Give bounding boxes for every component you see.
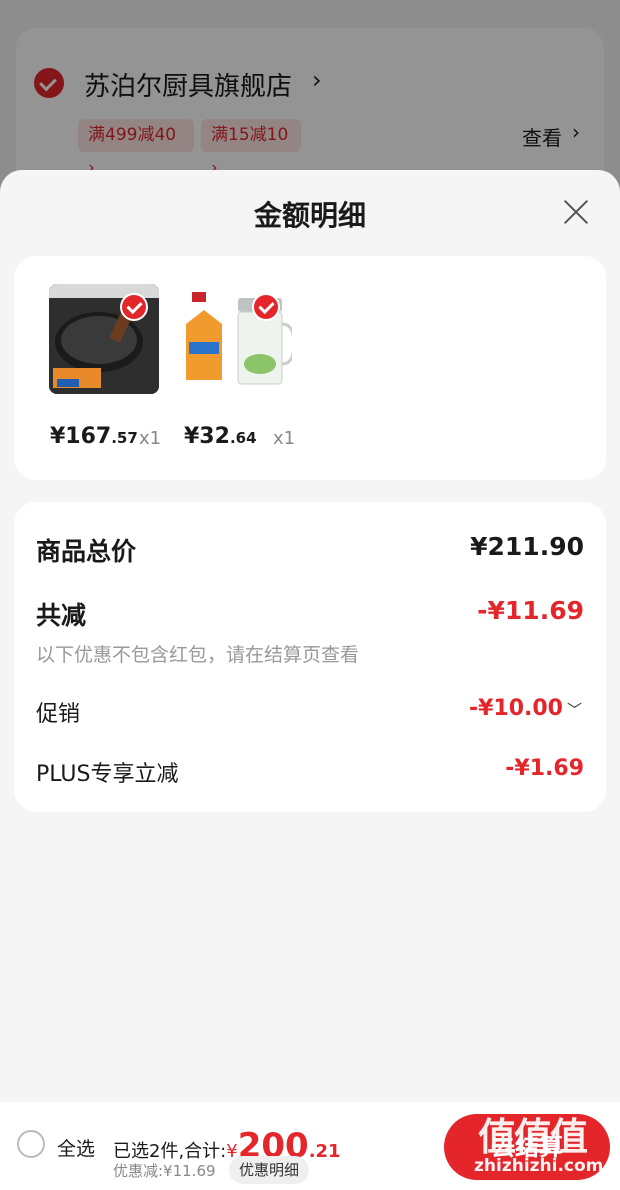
price-decimal: .64 bbox=[229, 429, 257, 447]
selected-count-text: 已选2件,合计: bbox=[113, 1141, 227, 1162]
chevron-down-icon[interactable]: ﹀ bbox=[567, 701, 582, 719]
total-price-value: ¥211.90 bbox=[470, 532, 584, 561]
product-checked-icon[interactable] bbox=[120, 293, 148, 321]
select-all-radio[interactable] bbox=[17, 1130, 45, 1158]
price-integer: ¥32 bbox=[184, 424, 230, 449]
discount-note: 以下优惠不包含红包，请在结算页查看 bbox=[36, 644, 360, 666]
discount-summary: 优惠减:¥11.69 bbox=[113, 1162, 216, 1180]
select-all-label[interactable]: 全选 bbox=[57, 1134, 95, 1161]
total-price-label: 商品总价 bbox=[36, 537, 137, 566]
product-qty-2: x1 bbox=[273, 428, 296, 449]
plus-discount-label: PLUS专享立减 bbox=[36, 762, 179, 787]
price-integer: ¥167 bbox=[50, 424, 112, 449]
amount-detail-sheet: 金额明细 ¥167.57 x1 ¥32.64 x1 商品总价 ¥211.90 共… bbox=[0, 170, 620, 1190]
promotion-value-row[interactable]: -¥10.00 ﹀ bbox=[469, 696, 582, 721]
product-price-1: ¥167.57 bbox=[50, 424, 138, 449]
product-list-card: ¥167.57 x1 ¥32.64 x1 bbox=[14, 256, 606, 480]
product-qty-1: x1 bbox=[139, 428, 162, 449]
plus-discount-value: -¥1.69 bbox=[505, 756, 584, 781]
product-price-2: ¥32.64 bbox=[184, 424, 257, 449]
watermark-logo: 值值值 bbox=[478, 1115, 588, 1159]
site-watermark: 值值值 zhizhizhi.com bbox=[474, 1106, 614, 1186]
promotion-label: 促销 bbox=[36, 702, 81, 727]
total-reduction-label: 共减 bbox=[36, 601, 87, 630]
price-decimal: .57 bbox=[111, 429, 138, 447]
watermark-site: zhizhizhi.com bbox=[474, 1156, 604, 1176]
product-checked-icon[interactable] bbox=[252, 293, 280, 321]
total-reduction-value: -¥11.69 bbox=[477, 596, 584, 625]
discount-detail-button[interactable]: 优惠明细 bbox=[229, 1156, 310, 1184]
total-amount-decimal: .21 bbox=[308, 1141, 341, 1162]
price-summary-card: 商品总价 ¥211.90 共减 -¥11.69 以下优惠不包含红包，请在结算页查… bbox=[14, 502, 606, 812]
promotion-value: -¥10.00 bbox=[468, 696, 563, 721]
close-icon[interactable] bbox=[556, 192, 596, 232]
sheet-title: 金额明细 bbox=[253, 199, 366, 232]
